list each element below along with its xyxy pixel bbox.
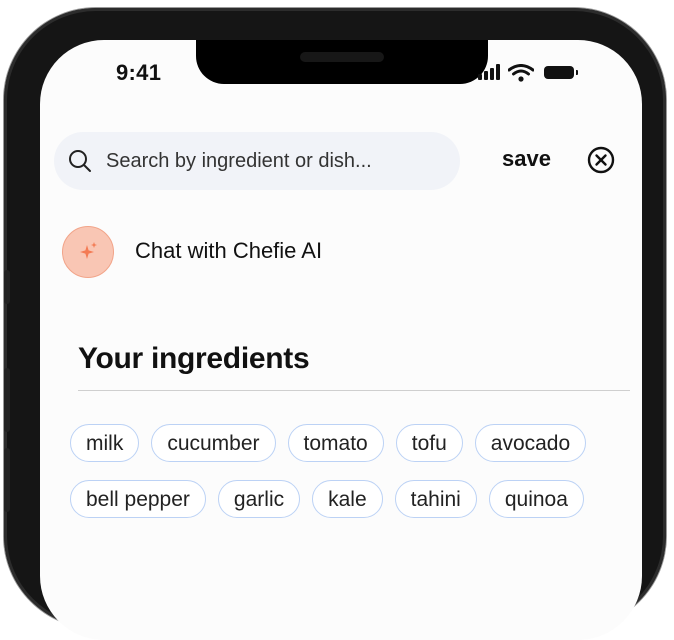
ingredient-chip[interactable]: tomato <box>287 424 384 462</box>
phone-side-button <box>4 270 10 304</box>
ingredient-chip[interactable]: kale <box>312 480 383 518</box>
phone-side-button <box>4 448 10 512</box>
chat-ai-avatar <box>62 226 114 278</box>
ingredient-chip-row: bell pepper garlic kale tahini quinoa <box>70 480 584 518</box>
phone-side-button <box>4 368 10 432</box>
ingredient-chip[interactable]: garlic <box>217 480 301 518</box>
battery-icon <box>544 66 578 79</box>
ingredient-chip-row: milk cucumber tomato tofu avocado <box>70 424 587 462</box>
ingredient-chip[interactable]: tofu <box>395 424 463 462</box>
phone-frame: 9:41 Search by ingredient or dish... sav… <box>4 8 666 640</box>
close-icon[interactable] <box>587 146 615 174</box>
sparkle-icon <box>80 242 97 259</box>
ingredient-chip[interactable]: milk <box>70 424 140 462</box>
search-bar[interactable]: Search by ingredient or dish... <box>54 132 460 190</box>
chat-label: Chat with Chefie AI <box>135 238 323 263</box>
ingredients-title: Your ingredients <box>78 342 310 375</box>
status-time: 9:41 <box>116 60 162 85</box>
app-screen: 9:41 Search by ingredient or dish... sav… <box>40 40 642 640</box>
ingredient-chip[interactable]: cucumber <box>151 424 276 462</box>
notch <box>196 40 488 84</box>
chat-with-ai-button[interactable]: Chat with Chefie AI <box>62 226 422 278</box>
wifi-icon <box>508 64 534 82</box>
search-input[interactable]: Search by ingredient or dish... <box>106 150 372 173</box>
save-button[interactable]: save <box>502 146 551 172</box>
ingredient-chip[interactable]: tahini <box>394 480 477 518</box>
ingredient-chip[interactable]: bell pepper <box>70 480 206 518</box>
ingredient-chip[interactable]: quinoa <box>488 480 584 518</box>
signal-icon <box>478 64 500 80</box>
search-icon <box>69 150 91 172</box>
divider <box>78 390 630 391</box>
ingredient-chip[interactable]: avocado <box>474 424 587 462</box>
